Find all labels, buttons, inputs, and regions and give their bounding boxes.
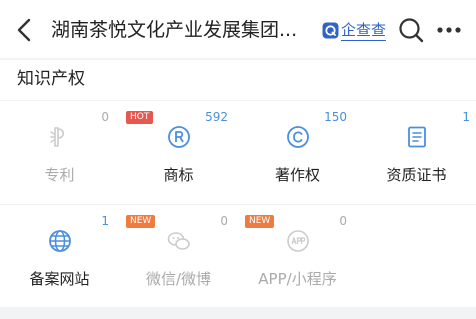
item-certificate[interactable]: 1 资质证书: [357, 101, 476, 203]
app-icon: [287, 230, 309, 252]
item-patent[interactable]: 0 专利: [0, 101, 119, 203]
item-website[interactable]: 1 备案网站: [0, 205, 119, 307]
item-label: 资质证书: [386, 166, 447, 184]
search-icon[interactable]: [398, 17, 424, 43]
item-count: 592: [205, 110, 228, 124]
item-count: 0: [220, 214, 228, 228]
chevron-left-icon[interactable]: [14, 17, 36, 43]
item-label: 微信/微博: [145, 270, 212, 288]
item-label: 著作权: [274, 166, 320, 184]
patent-icon: [50, 127, 65, 147]
item-label: 备案网站: [29, 270, 90, 288]
item-wechat-weibo[interactable]: NEW 0 微信/微博: [119, 205, 238, 307]
qichacha-link[interactable]: 企查查: [322, 18, 387, 42]
more-icon[interactable]: [436, 24, 462, 36]
company-title: 湖南茶悦文化产业发展集团...: [51, 19, 298, 41]
new-badge: NEW: [126, 215, 156, 228]
item-count: 1: [462, 110, 470, 124]
item-count: 1: [101, 214, 109, 228]
copyright-icon: [287, 126, 309, 148]
ip-grid: 0 专利 HOT 592 商标 150 著作权 1 资质证书 1 备案网站 NE…: [0, 101, 476, 307]
brand-label: 企查查: [341, 20, 387, 41]
item-count: 0: [339, 214, 347, 228]
item-count: 150: [324, 110, 347, 124]
item-copyright[interactable]: 150 著作权: [238, 101, 357, 203]
wechat-weibo-icon: [167, 232, 190, 250]
item-app[interactable]: NEW 0 APP/小程序: [238, 205, 357, 307]
item-label: APP/小程序: [258, 270, 337, 288]
item-label: 商标: [163, 166, 194, 184]
section-header: 知识产权: [0, 60, 476, 100]
item-label: 专利: [44, 166, 75, 184]
item-trademark[interactable]: HOT 592 商标: [119, 101, 238, 203]
globe-icon: [49, 230, 71, 252]
hot-badge: HOT: [126, 111, 154, 124]
qichacha-logo-icon: [322, 22, 339, 38]
new-badge: NEW: [245, 215, 275, 228]
trademark-icon: [168, 126, 190, 148]
item-count: 0: [101, 110, 109, 124]
certificate-icon: [408, 126, 426, 148]
section-title: 知识产权: [17, 69, 85, 89]
nav-bar: 湖南茶悦文化产业发展集团... 企查查: [0, 0, 476, 58]
